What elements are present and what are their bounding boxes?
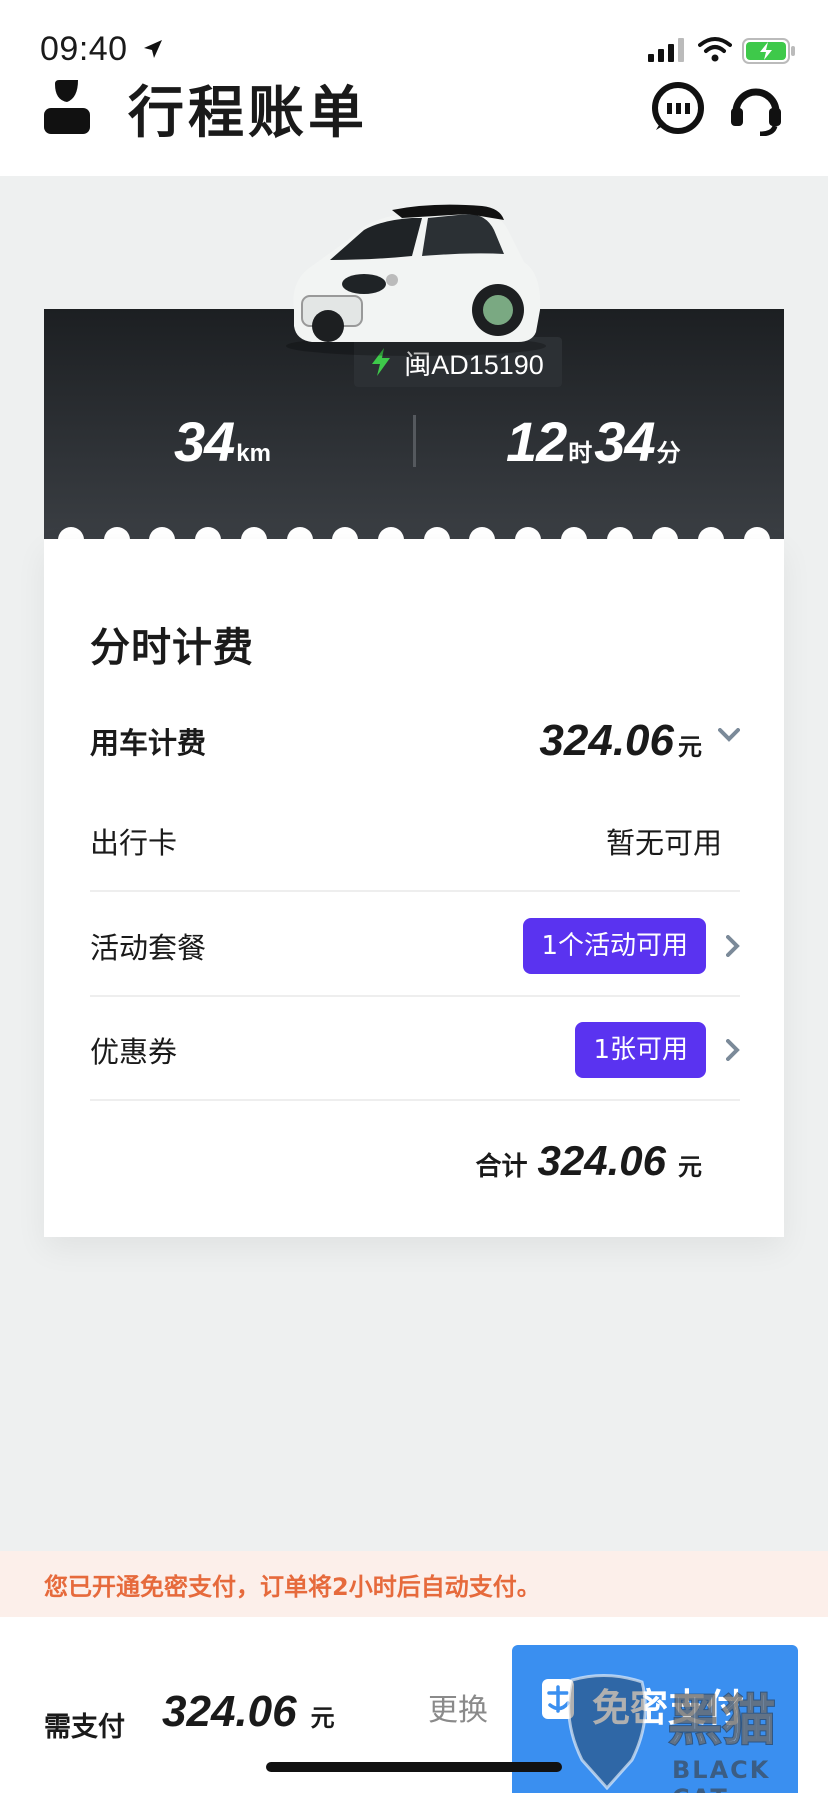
- page-title: 行程账单: [128, 81, 368, 146]
- pay-amount-currency: 元: [310, 1704, 335, 1732]
- total-amount: 合计 324.06 元: [476, 1137, 702, 1185]
- distance-stat: 34 km: [174, 409, 273, 474]
- header: 09:40 行程账单: [0, 0, 828, 176]
- battery-charging-icon: [742, 38, 795, 64]
- alipay-icon: [542, 1679, 574, 1719]
- hours-unit: 时: [568, 440, 593, 467]
- distance-value: 34: [174, 410, 235, 473]
- chevron-right-icon[interactable]: [726, 1039, 740, 1061]
- pay-label: 需支付: [44, 1712, 125, 1743]
- chevron-down-icon[interactable]: [718, 728, 740, 742]
- distance-unit: km: [236, 440, 271, 467]
- usage-fee-currency: 元: [678, 733, 702, 761]
- total-value: 324.06: [537, 1137, 666, 1184]
- promo-package-row[interactable]: 活动套餐 1个活动可用: [90, 897, 740, 997]
- usage-fee-row[interactable]: 用车计费 324.06 元: [90, 691, 740, 791]
- chevron-right-icon[interactable]: [726, 935, 740, 957]
- duration-hours: 12: [506, 410, 567, 473]
- ticket-edge: [44, 527, 784, 539]
- customer-service-icon[interactable]: [728, 80, 784, 136]
- usage-fee-value: 324.06: [539, 716, 674, 765]
- location-arrow-icon: [144, 40, 162, 58]
- total-label: 合计: [475, 1152, 528, 1182]
- chat-icon[interactable]: [650, 80, 706, 136]
- coupon-label: 优惠券: [90, 1035, 178, 1069]
- coupon-available-badge[interactable]: 1张可用: [575, 1022, 706, 1078]
- usage-fee-amount: 324.06 元: [539, 716, 702, 766]
- wifi-icon: [698, 37, 732, 62]
- change-payment-link[interactable]: 更换: [428, 1685, 488, 1729]
- travel-card-label: 出行卡: [90, 826, 178, 860]
- total-currency: 元: [678, 1153, 702, 1181]
- pay-amount-value: 324.06: [162, 1687, 297, 1736]
- user-icon[interactable]: [44, 80, 90, 134]
- promo-package-label: 活动套餐: [90, 931, 207, 965]
- minutes-unit: 分: [656, 440, 681, 467]
- coupon-row[interactable]: 优惠券 1张可用: [90, 1001, 740, 1101]
- pay-amount: 324.06 元: [162, 1687, 335, 1737]
- auto-pay-notice: 您已开通免密支付，订单将2小时后自动支付。: [0, 1551, 828, 1617]
- home-indicator: [266, 1762, 562, 1772]
- usage-fee-label: 用车计费: [90, 726, 207, 760]
- status-time: 09:40: [40, 30, 128, 68]
- section-title: 分时计费: [90, 625, 254, 671]
- signal-icon: [648, 38, 684, 62]
- pay-button-label: 免密支付: [592, 1686, 745, 1730]
- travel-card-value: 暂无可用: [605, 826, 722, 860]
- car-image: [286, 204, 546, 356]
- duration-stat: 12 时 34 分: [506, 409, 683, 474]
- fee-card: 分时计费 用车计费 324.06 元 出行卡 暂无可用 活动套餐 1个活动可用 …: [44, 539, 784, 1237]
- promo-available-badge[interactable]: 1个活动可用: [523, 918, 706, 974]
- duration-minutes: 34: [594, 410, 655, 473]
- travel-card-row[interactable]: 出行卡 暂无可用: [90, 792, 740, 892]
- stat-divider: [413, 415, 416, 467]
